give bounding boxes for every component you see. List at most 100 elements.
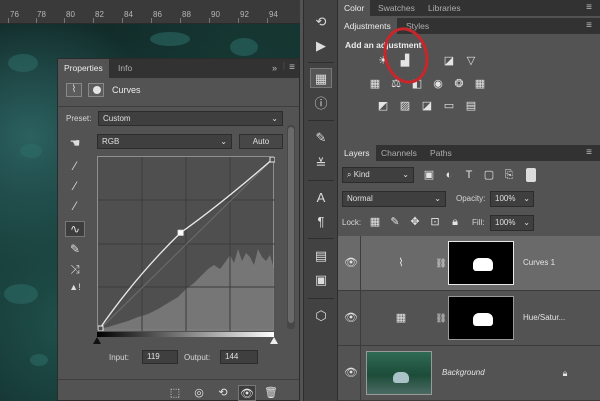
pixel-filter-icon[interactable]: ▣ — [422, 169, 436, 181]
visibility-eye-icon[interactable]: 👁︎ — [238, 385, 256, 401]
3d-icon[interactable]: ⬡ — [310, 306, 332, 326]
tab-color[interactable]: Color — [338, 0, 371, 16]
fill-input[interactable]: 100% ⌄ — [490, 215, 534, 231]
blend-mode-select[interactable]: Normal ⌄ — [342, 191, 446, 207]
selective-color-icon[interactable]: ▤ — [464, 100, 478, 112]
channel-select[interactable]: RGB ⌄ — [97, 134, 232, 149]
white-point-eyedropper-icon[interactable]: ⁄ — [65, 199, 85, 215]
invert-icon[interactable]: ◩ — [376, 100, 390, 112]
tab-adjustments[interactable]: Adjustments — [338, 18, 397, 34]
fill-value: 100% — [495, 218, 516, 227]
adjustment-filter-icon[interactable]: ◐ — [442, 169, 456, 181]
history-icon[interactable]: ⟲ — [310, 12, 332, 32]
brush-icon[interactable]: ✎ — [310, 128, 332, 148]
channel-mixer-icon[interactable]: ❂ — [452, 78, 466, 90]
posterize-icon[interactable]: ▨ — [398, 100, 412, 112]
reset-icon[interactable]: ⟲ — [216, 387, 230, 399]
view-previous-icon[interactable]: ◎ — [192, 387, 206, 399]
preset-label: Preset: — [66, 114, 92, 123]
smart-object-filter-icon[interactable]: ⎘ — [502, 169, 516, 181]
opacity-input[interactable]: 100% ⌄ — [490, 191, 534, 207]
clipping-warning-icon[interactable]: ▲! — [65, 282, 85, 298]
tab-channels[interactable]: Channels — [375, 145, 423, 161]
tab-info[interactable]: Info — [112, 59, 138, 78]
properties-icon[interactable]: ▦ — [310, 68, 332, 88]
panel-menu-icon[interactable]: ≡ — [289, 62, 295, 73]
glyphs-icon[interactable]: ▤ — [310, 246, 332, 266]
tab-swatches[interactable]: Swatches — [372, 0, 421, 16]
tab-layers[interactable]: Layers — [338, 145, 376, 161]
gray-point-eyedropper-icon[interactable]: ⁄ — [65, 179, 85, 195]
tab-properties[interactable]: Properties — [58, 59, 109, 78]
link-icon[interactable]: ⛓ — [434, 312, 448, 324]
layer-mask-thumbnail[interactable] — [448, 296, 514, 340]
blend-mode-value: Normal — [347, 194, 373, 203]
curves-graph[interactable] — [97, 156, 276, 332]
clip-to-layer-icon[interactable]: ⬚ — [168, 387, 182, 399]
layer-mask-thumbnail[interactable] — [448, 241, 514, 285]
tab-paths[interactable]: Paths — [424, 145, 458, 161]
filter-toggle[interactable] — [526, 168, 536, 182]
white-slider-handle[interactable] — [270, 337, 278, 344]
gradient-map-icon[interactable]: ▭ — [442, 100, 456, 112]
visibility-eye-icon[interactable]: 👁︎ — [344, 256, 358, 269]
output-gradient-bar — [97, 332, 274, 337]
lock-artboard-icon[interactable]: ⊡ — [428, 216, 442, 228]
lock-all-icon[interactable]: 🔒︎ — [448, 216, 462, 228]
on-image-adjust-icon[interactable]: ☚ — [65, 136, 85, 152]
input-label: Input: — [109, 353, 130, 362]
vibrance-icon[interactable]: ▽ — [464, 55, 478, 67]
input-field[interactable]: 119 — [142, 350, 178, 364]
layer-kind-filter[interactable]: ⌕ Kind ⌄ — [342, 167, 414, 183]
type-filter-icon[interactable]: T — [462, 169, 476, 181]
hue-saturation-icon[interactable]: ▦ — [368, 78, 382, 90]
visibility-eye-icon[interactable]: 👁︎ — [344, 366, 358, 379]
black-slider-handle[interactable] — [93, 337, 101, 344]
curve-control-point[interactable] — [269, 156, 276, 163]
horizontal-ruler: 76 78 80 82 84 86 88 90 92 94 — [0, 0, 300, 24]
smooth-icon[interactable]: ⤨ — [65, 262, 85, 278]
chevron-down-icon: ⌄ — [220, 137, 227, 146]
collapse-icon[interactable]: » — [272, 63, 277, 73]
panel-menu-icon[interactable]: ≡ — [586, 2, 592, 13]
paragraph-icon[interactable]: ¶ — [310, 212, 332, 232]
panel-menu-icon[interactable]: ≡ — [586, 147, 592, 158]
trash-icon[interactable]: 🗑︎ — [264, 387, 278, 399]
layer-row-curves[interactable]: 👁︎ ⌇ ⛓ Curves 1 — [338, 236, 600, 291]
tab-libraries[interactable]: Libraries — [422, 0, 467, 16]
output-field[interactable]: 144 — [220, 350, 258, 364]
shape-filter-icon[interactable]: ▢ — [482, 169, 496, 181]
preset-select[interactable]: Custom ⌄ — [98, 111, 283, 126]
brush-settings-icon[interactable]: ≚ — [310, 154, 332, 174]
lock-position-icon[interactable]: ✥ — [408, 216, 422, 228]
color-panel-tabs: Color Swatches Libraries ≡ — [338, 0, 600, 16]
threshold-icon[interactable]: ◪ — [420, 100, 434, 112]
chevron-down-icon: ⌄ — [271, 114, 278, 123]
info-icon[interactable]: ⓘ — [310, 94, 332, 114]
chevron-down-icon: ⌄ — [523, 218, 530, 227]
curve-control-point[interactable] — [97, 325, 104, 332]
lock-transparent-icon[interactable]: ▦ — [368, 216, 382, 228]
notes-icon[interactable]: ▣ — [310, 270, 332, 290]
mask-icon[interactable] — [88, 83, 104, 97]
character-icon[interactable]: A — [310, 188, 332, 208]
photo-filter-icon[interactable]: ◉ — [431, 78, 445, 90]
pencil-icon[interactable]: ✎ — [65, 242, 85, 258]
curve-control-point[interactable] — [177, 229, 184, 236]
play-icon[interactable]: ▶ — [310, 36, 332, 56]
search-icon: ⌕ — [347, 170, 352, 179]
ruler-label: 92 — [240, 10, 249, 19]
layer-row-background[interactable]: 👁︎ Background 🔒︎ — [338, 346, 600, 401]
color-lookup-icon[interactable]: ▦ — [473, 78, 487, 90]
layer-thumbnail[interactable] — [366, 351, 432, 395]
layer-row-hue-saturation[interactable]: 👁︎ ▦ ⛓ Hue/Satur... — [338, 291, 600, 346]
auto-button[interactable]: Auto — [239, 134, 283, 149]
scrollbar[interactable] — [287, 125, 295, 329]
curve-point-tool-icon[interactable]: ∿ — [65, 221, 85, 237]
link-icon[interactable]: ⛓ — [434, 257, 448, 269]
black-point-eyedropper-icon[interactable]: ⁄ — [65, 159, 85, 175]
lock-image-icon[interactable]: ✎ — [388, 216, 402, 228]
visibility-eye-icon[interactable]: 👁︎ — [344, 311, 358, 324]
panel-menu-icon[interactable]: ≡ — [586, 20, 592, 31]
exposure-icon[interactable]: ◪ — [442, 55, 456, 67]
